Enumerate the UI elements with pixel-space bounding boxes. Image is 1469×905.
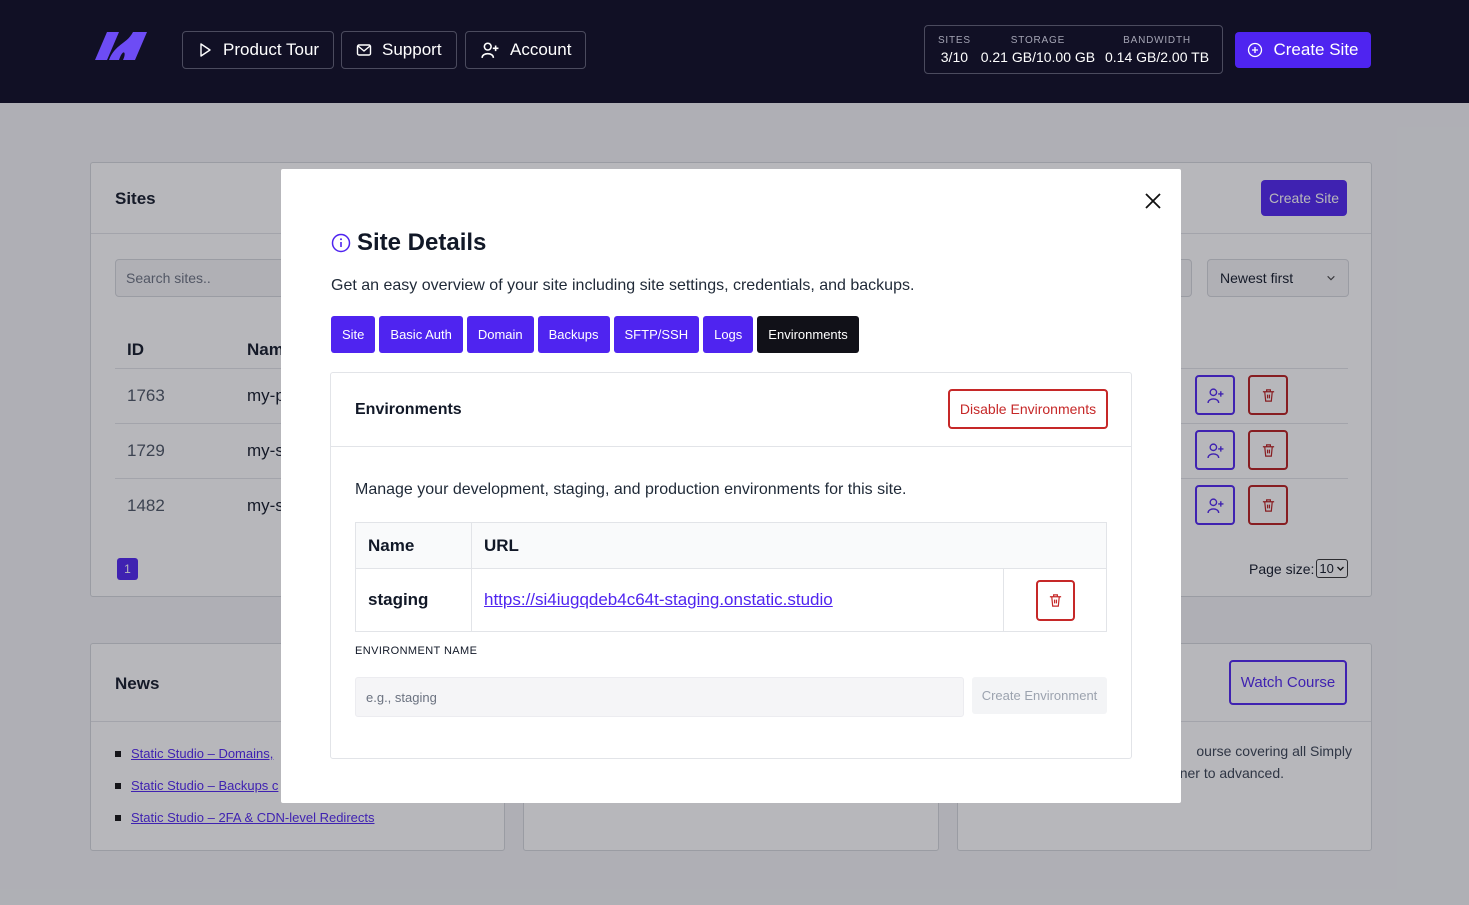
environment-name-input[interactable]: e.g., staging	[355, 677, 964, 717]
stat-storage: STORAGE 0.21 GB/10.00 GB	[981, 35, 1095, 65]
create-environment-button[interactable]: Create Environment	[972, 677, 1107, 714]
stat-label: STORAGE	[1010, 34, 1066, 46]
account-label: Account	[510, 40, 572, 59]
environments-card: Environments Disable Environments Manage…	[330, 372, 1132, 759]
account-button[interactable]: Account	[465, 31, 587, 69]
environment-name-label: ENVIRONMENT NAME	[355, 645, 478, 657]
tab-site[interactable]: Site	[331, 316, 376, 353]
table-row: staging https://si4iugqdeb4c64t-staging.…	[355, 568, 1107, 632]
top-header: Product Tour Support Account SITES 3/10 …	[0, 0, 1469, 103]
environment-name: staging	[355, 568, 472, 632]
tab-sftp-ssh[interactable]: SFTP/SSH	[613, 316, 700, 353]
delete-environment-button[interactable]	[1035, 579, 1075, 621]
tab-environments[interactable]: Environments	[757, 316, 859, 353]
column-url-header: URL	[471, 522, 1107, 569]
column-name-header: Name	[355, 522, 472, 569]
plus-circle-icon	[1248, 42, 1263, 58]
modal-title: Site Details	[331, 229, 486, 257]
create-site-label: Create Site	[1273, 40, 1359, 59]
user-plus-icon	[481, 42, 499, 59]
environments-card-header: Environments Disable Environments	[331, 373, 1131, 447]
environments-description: Manage your development, staging, and pr…	[355, 481, 907, 498]
tab-logs[interactable]: Logs	[703, 316, 754, 353]
product-tour-label: Product Tour	[223, 40, 320, 59]
logo-icon[interactable]	[93, 30, 149, 62]
site-details-modal: Site Details Get an easy overview of you…	[281, 169, 1181, 803]
stat-bandwidth: BANDWIDTH 0.14 GB/2.00 TB	[1105, 35, 1209, 65]
usage-stats: SITES 3/10 STORAGE 0.21 GB/10.00 GB BAND…	[924, 25, 1223, 74]
mail-icon	[356, 44, 372, 56]
modal-subtitle: Get an easy overview of your site includ…	[331, 277, 915, 294]
tab-domain[interactable]: Domain	[466, 316, 534, 353]
tab-basic-auth[interactable]: Basic Auth	[379, 316, 463, 353]
info-icon	[331, 233, 351, 253]
tab-backups[interactable]: Backups	[537, 316, 610, 353]
environment-actions-cell	[1003, 568, 1107, 632]
environment-url-link[interactable]: https://si4iugqdeb4c64t-staging.onstatic…	[484, 590, 833, 609]
modal-title-text: Site Details	[357, 229, 487, 256]
disable-environments-button[interactable]: Disable Environments	[948, 389, 1108, 429]
table-header-row: Name URL	[355, 522, 1107, 569]
support-label: Support	[382, 40, 442, 59]
stat-value: 3/10	[940, 48, 969, 65]
product-tour-button[interactable]: Product Tour	[182, 31, 335, 69]
stat-sites: SITES 3/10	[938, 35, 971, 65]
play-icon	[200, 43, 211, 57]
environments-title: Environments	[355, 401, 462, 418]
environments-table: Name URL staging https://si4iugqdeb4c64t…	[355, 522, 1107, 632]
environment-url-cell: https://si4iugqdeb4c64t-staging.onstatic…	[471, 568, 1004, 632]
stat-value: 0.21 GB/10.00 GB	[980, 48, 1096, 65]
create-site-button[interactable]: Create Site	[1235, 32, 1371, 68]
modal-tabs: Site Basic Auth Domain Backups SFTP/SSH …	[331, 316, 859, 353]
stat-label: BANDWIDTH	[1123, 34, 1191, 46]
trash-icon	[1049, 593, 1061, 607]
support-button[interactable]: Support	[341, 31, 457, 69]
close-icon[interactable]	[1143, 191, 1163, 211]
stat-value: 0.14 GB/2.00 TB	[1105, 48, 1210, 65]
stat-label: SITES	[937, 34, 971, 46]
